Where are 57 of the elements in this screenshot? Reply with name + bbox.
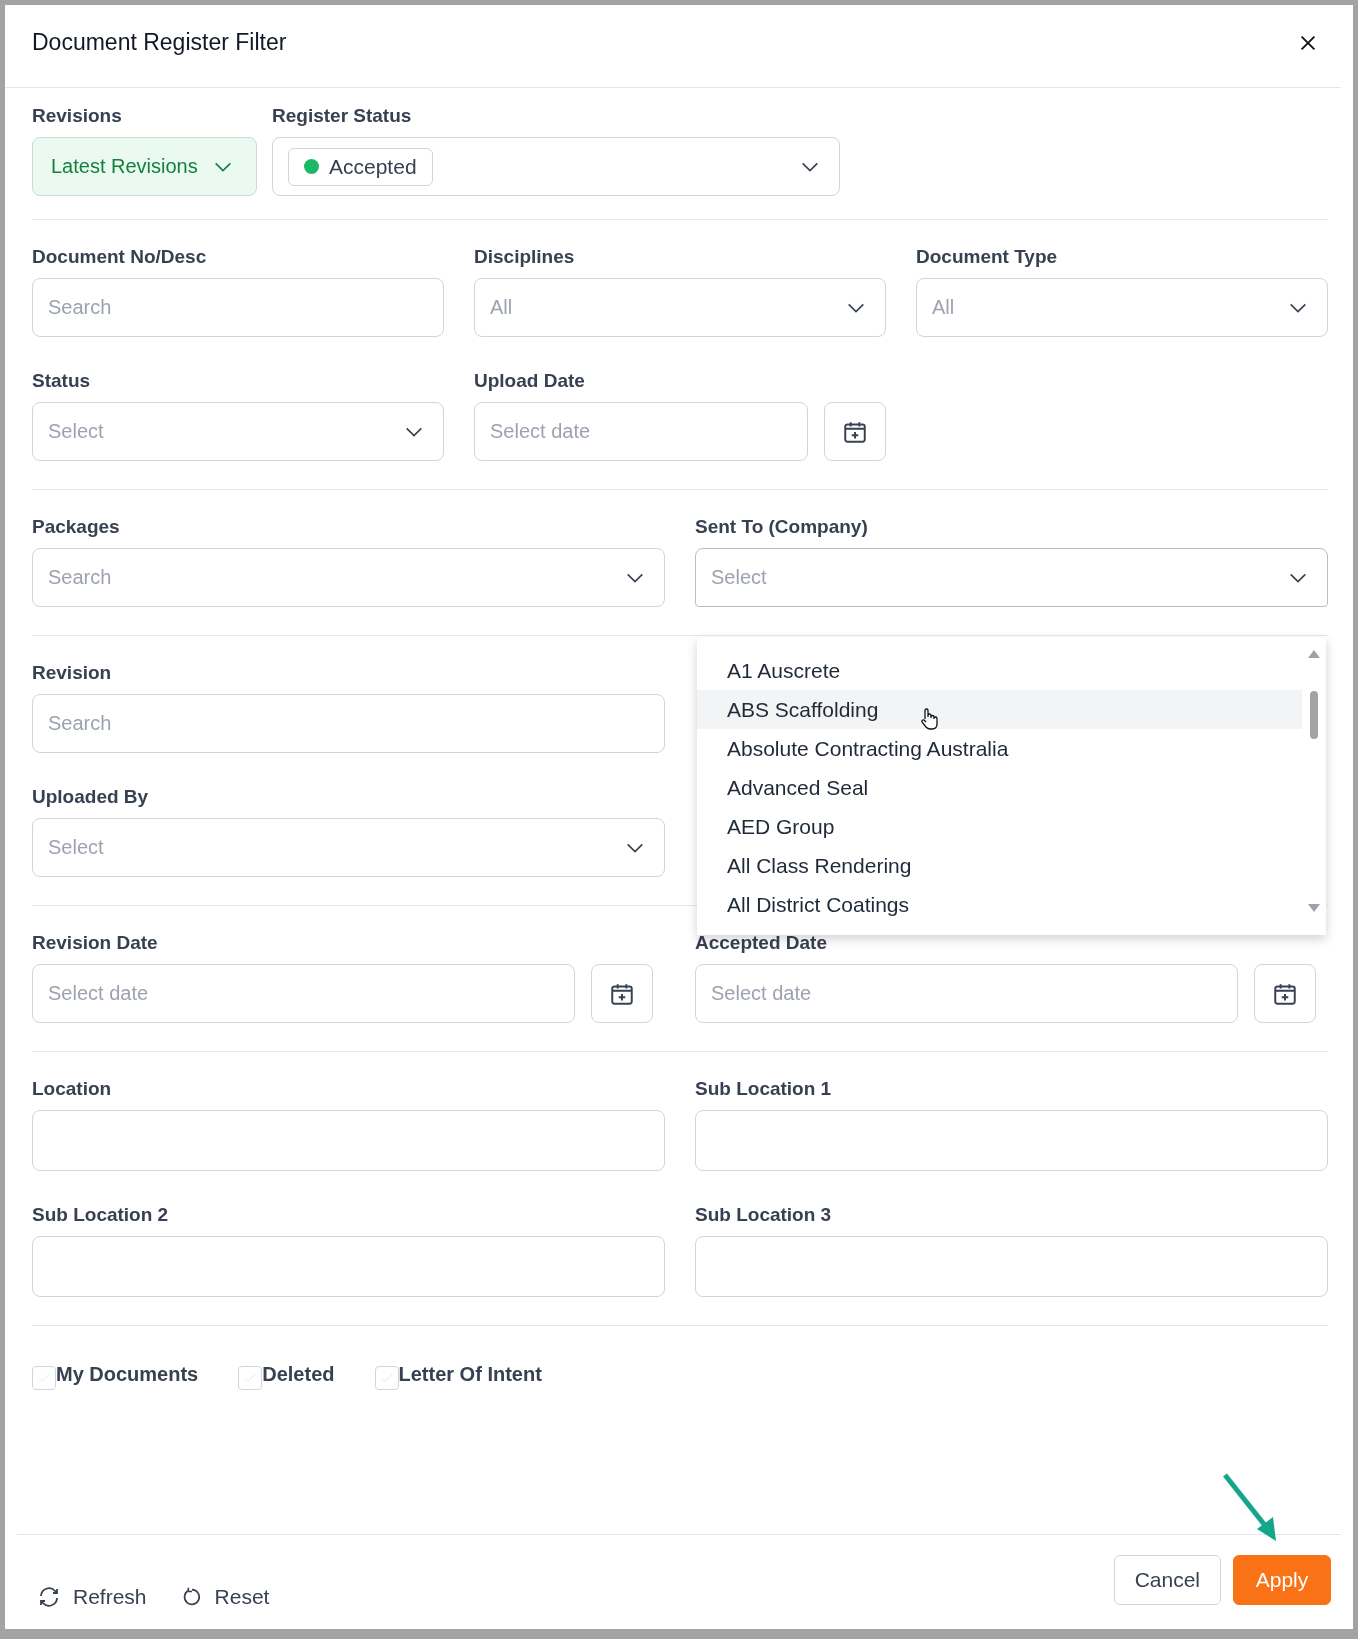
select-placeholder: Select bbox=[711, 566, 767, 589]
dropdown-option[interactable]: All District Coatings bbox=[697, 885, 1302, 924]
field-label: Revisions bbox=[32, 105, 123, 127]
checkbox[interactable] bbox=[374, 1366, 399, 1390]
checkbox[interactable] bbox=[32, 1366, 56, 1390]
field-label: Status bbox=[32, 370, 92, 392]
field-label: Revision Date bbox=[32, 932, 159, 954]
field-label: Packages bbox=[32, 516, 121, 538]
checkbox-label: Deleted bbox=[262, 1362, 335, 1386]
checkbox[interactable] bbox=[238, 1366, 263, 1390]
field-label: Revision bbox=[32, 662, 113, 684]
field-label: Accepted Date bbox=[695, 932, 828, 954]
calendar-button[interactable] bbox=[591, 964, 653, 1023]
dropdown-option[interactable]: All Class Rendering bbox=[697, 846, 1302, 885]
search-field[interactable]: Search bbox=[32, 694, 665, 753]
input-field[interactable] bbox=[32, 1110, 665, 1171]
field-label: Uploaded By bbox=[32, 786, 150, 808]
dropdown-value: Latest Revisions bbox=[51, 155, 198, 178]
dropdown-option[interactable]: Absolute Contracting Australia bbox=[697, 729, 1302, 768]
dropdown-option[interactable]: A1 Auscrete bbox=[697, 651, 1302, 690]
field-label: Upload Date bbox=[474, 370, 586, 392]
input-field[interactable] bbox=[695, 1236, 1328, 1297]
dropdown-option[interactable]: ABS Scaffolding bbox=[697, 690, 1302, 729]
input-field[interactable] bbox=[32, 1236, 665, 1297]
field-label: Sent To (Company) bbox=[695, 516, 869, 538]
input-field[interactable] bbox=[695, 1110, 1328, 1171]
revisions-dropdown[interactable]: Latest Revisions bbox=[32, 137, 257, 196]
refresh-icon bbox=[37, 1585, 61, 1609]
checkbox-label: Letter Of Intent bbox=[398, 1362, 542, 1386]
date-field[interactable]: Select date bbox=[474, 402, 808, 461]
refresh-button[interactable]: Refresh bbox=[37, 1585, 147, 1609]
field-label: Sub Location 2 bbox=[32, 1204, 170, 1226]
tag-label: Accepted bbox=[329, 154, 417, 179]
calendar-button[interactable] bbox=[1254, 964, 1316, 1023]
checkbox-label: My Documents bbox=[56, 1362, 199, 1386]
dialog-title: Document Register Filter bbox=[32, 29, 287, 56]
select-placeholder: Select bbox=[48, 836, 104, 859]
select-placeholder: Select bbox=[48, 420, 104, 443]
select-placeholder: Search bbox=[48, 566, 112, 589]
date-field[interactable]: Select date bbox=[32, 964, 575, 1023]
search-field[interactable]: Search bbox=[32, 278, 444, 337]
dropdown-option[interactable]: AED Group bbox=[697, 807, 1302, 846]
field-label: Location bbox=[32, 1078, 113, 1100]
reset-button[interactable]: Reset bbox=[180, 1585, 270, 1609]
select-placeholder: All bbox=[932, 296, 955, 319]
date-field[interactable]: Select date bbox=[695, 964, 1238, 1023]
select-placeholder: All bbox=[490, 296, 513, 319]
field-label: Document Type bbox=[916, 246, 1059, 268]
field-label: Document No/Desc bbox=[32, 246, 208, 268]
field-label: Sub Location 3 bbox=[695, 1204, 833, 1226]
field-label: Disciplines bbox=[474, 246, 576, 268]
dropdown-option[interactable]: Advanced Seal bbox=[697, 768, 1302, 807]
calendar-button[interactable] bbox=[824, 402, 886, 461]
cancel-button[interactable]: Cancel bbox=[1113, 1555, 1221, 1605]
field-label: Sub Location 1 bbox=[695, 1078, 833, 1100]
status-dropdown[interactable]: Accepted bbox=[272, 137, 840, 196]
field-label: Register Status bbox=[272, 105, 413, 127]
